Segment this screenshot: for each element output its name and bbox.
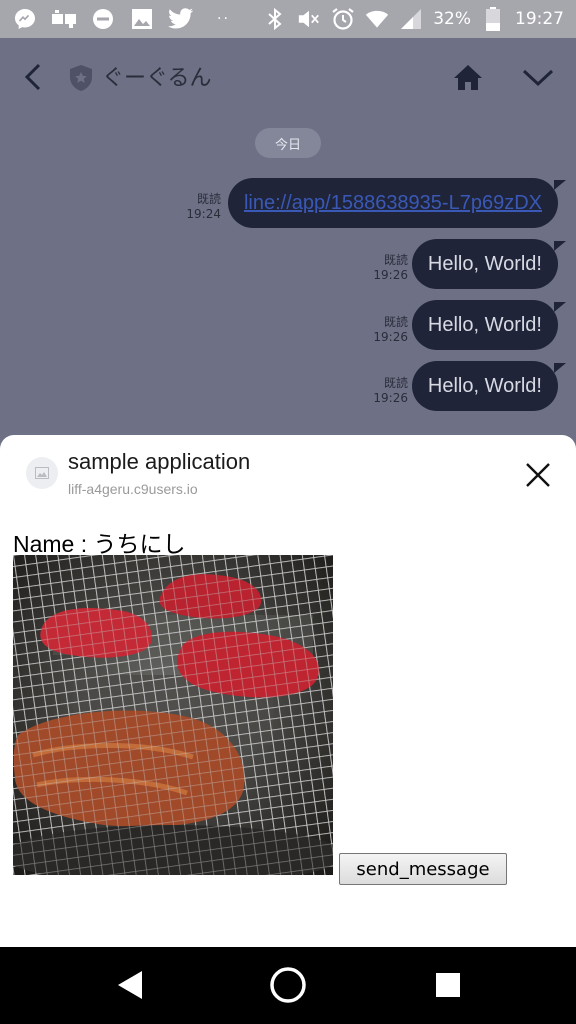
- navigation-bar: [0, 947, 576, 1024]
- read-label: 既読: [196, 192, 221, 206]
- twitter-icon: [168, 6, 194, 32]
- back-triangle-icon[interactable]: [112, 967, 148, 1003]
- read-label: 既読: [383, 315, 408, 329]
- message-bubble[interactable]: Hello, World!: [411, 361, 567, 411]
- chevron-down-icon: [522, 69, 554, 87]
- message-time: 19:24: [186, 207, 221, 221]
- alarm-icon: [331, 7, 355, 31]
- home-circle-icon[interactable]: [268, 965, 308, 1005]
- official-shield-icon: [70, 65, 92, 91]
- liff-panel: sample application liff-a4geru.c9users.i…: [0, 435, 576, 947]
- message-text: Hello, World!: [427, 313, 542, 336]
- notification-icons: ··: [12, 6, 230, 32]
- cell-signal-icon: [399, 7, 423, 31]
- chat-screen: ぐーぐるん 今日 既読 19:24 line://app/1588638935-…: [0, 38, 576, 458]
- message-meta: 既読 19:26: [362, 376, 408, 406]
- menu-button[interactable]: [518, 60, 558, 94]
- message-time: 19:26: [373, 268, 408, 282]
- status-time: 19:27: [515, 9, 564, 29]
- profile-photo: [13, 555, 333, 875]
- message-link[interactable]: line://app/1588638935-L7p69zDX: [244, 192, 542, 215]
- name-label: Name : うちにし: [13, 531, 186, 557]
- message-text: Hello, World!: [427, 252, 542, 275]
- battery-percent: 32%: [433, 9, 471, 29]
- app-url: liff-a4geru.c9users.io: [68, 481, 198, 497]
- wifi-icon: [365, 7, 389, 31]
- close-button[interactable]: [520, 457, 556, 493]
- system-status: 32% 19:27: [263, 7, 564, 31]
- message-meta: 既読 19:26: [362, 315, 408, 345]
- message-time: 19:26: [373, 330, 408, 344]
- battery-icon: [481, 7, 505, 31]
- image-icon: [129, 6, 155, 32]
- message-meta: 既読 19:24: [176, 192, 221, 222]
- message-bubble[interactable]: line://app/1588638935-L7p69zDX: [227, 178, 567, 228]
- back-button[interactable]: [16, 60, 50, 94]
- chat-header: ぐーぐるん: [0, 38, 576, 116]
- messenger-icon: [12, 6, 38, 32]
- status-bar: ·· 32% 19:27: [0, 0, 576, 38]
- read-label: 既読: [383, 253, 408, 267]
- home-button[interactable]: [450, 60, 486, 94]
- close-icon: [526, 463, 550, 487]
- chevron-left-icon: [24, 63, 41, 91]
- message-meta: 既読 19:26: [362, 253, 408, 283]
- chat-title: ぐーぐるん: [102, 66, 212, 91]
- app-name: sample application: [68, 449, 251, 474]
- more-dots-icon: ··: [217, 11, 230, 27]
- do-not-disturb-icon: [90, 6, 116, 32]
- mute-icon: [297, 7, 321, 31]
- date-separator: 今日: [255, 128, 321, 158]
- message-bubble[interactable]: Hello, World!: [411, 239, 567, 289]
- read-label: 既読: [383, 376, 408, 390]
- message-bubble[interactable]: Hello, World!: [411, 300, 567, 350]
- message-text: Hello, World!: [427, 374, 542, 397]
- send-message-button[interactable]: send_message: [339, 853, 507, 885]
- app-icon: [26, 457, 58, 489]
- games-icon: [51, 6, 77, 32]
- recent-apps-square-icon[interactable]: [432, 969, 464, 1001]
- message-time: 19:26: [373, 391, 408, 405]
- bluetooth-icon: [263, 7, 287, 31]
- home-icon: [454, 65, 482, 90]
